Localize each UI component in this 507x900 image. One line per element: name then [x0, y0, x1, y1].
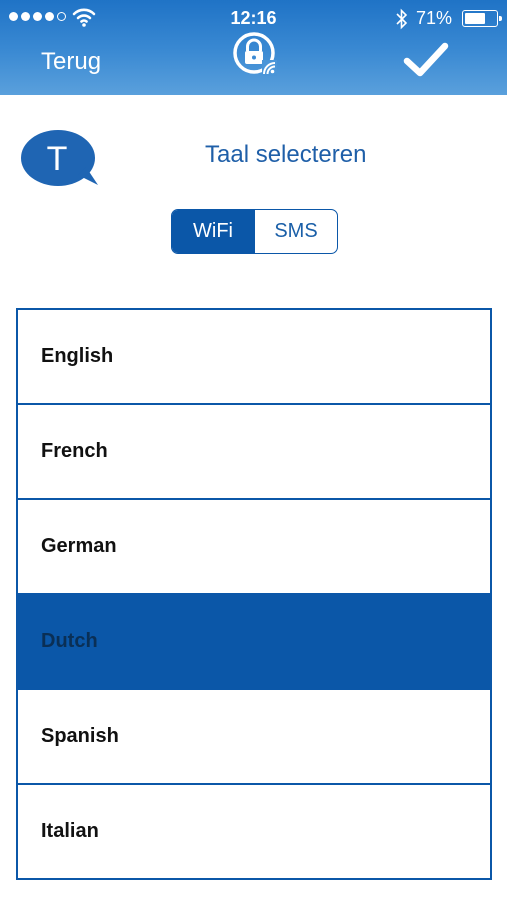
segment-sms[interactable]: SMS [254, 210, 337, 253]
language-item-english[interactable]: English [18, 310, 490, 405]
language-item-french[interactable]: French [18, 405, 490, 500]
language-item-german[interactable]: German [18, 500, 490, 595]
bluetooth-icon [396, 8, 408, 30]
lock-wifi-icon [233, 32, 277, 76]
chat-bubble-icon: T [21, 130, 98, 186]
back-button[interactable]: Terug [41, 48, 101, 76]
battery-icon [462, 10, 502, 27]
page-title: Taal selecteren [205, 141, 367, 168]
language-list: English French German Dutch Spanish Ital… [16, 308, 492, 880]
bubble-letter: T [47, 140, 68, 178]
battery-percent: 71% [416, 8, 453, 28]
confirm-check-button[interactable] [403, 40, 449, 80]
segment-wifi[interactable]: WiFi [172, 210, 254, 253]
language-item-spanish[interactable]: Spanish [18, 690, 490, 785]
language-item-dutch[interactable]: Dutch [18, 595, 490, 690]
navigation-header: 12:16 71% Terug [0, 0, 507, 95]
battery-fill [465, 13, 486, 24]
battery-nub [499, 16, 502, 21]
language-item-italian[interactable]: Italian [18, 785, 490, 880]
channel-segmented-control: WiFi SMS [171, 209, 338, 254]
